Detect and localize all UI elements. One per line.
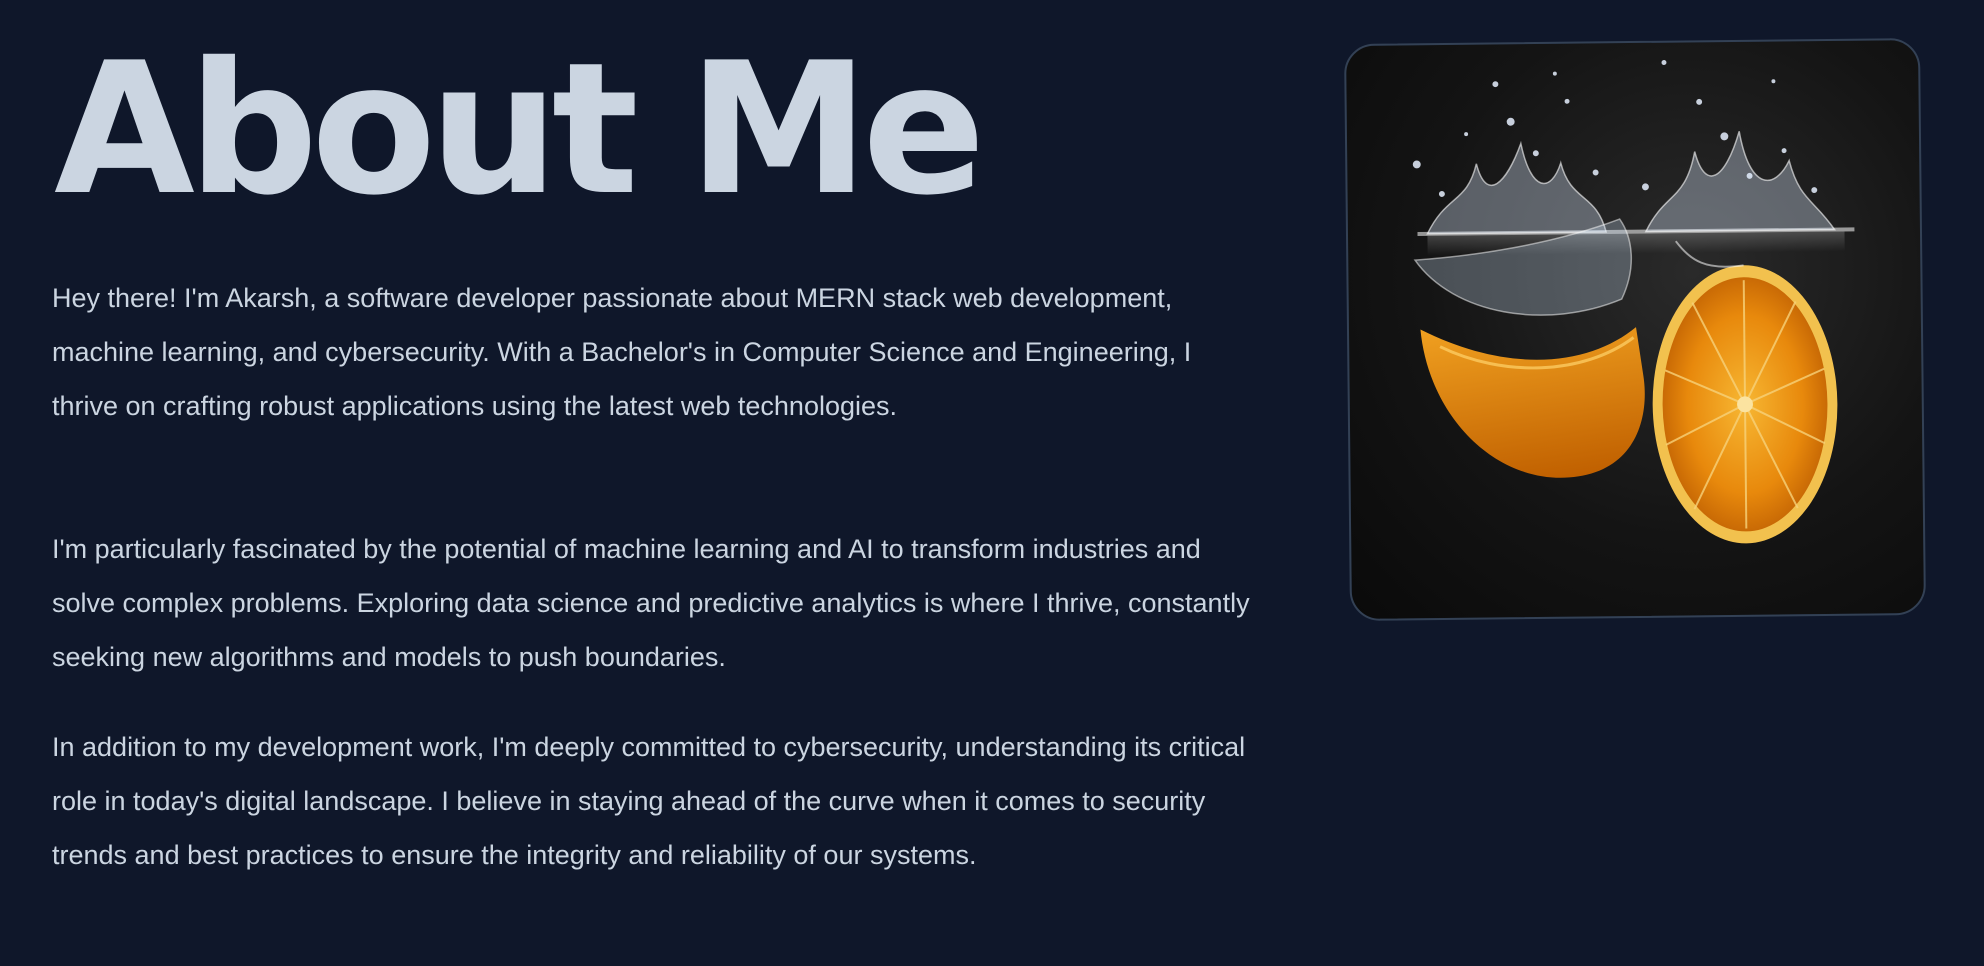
ml-paragraph: I'm particularly fascinated by the poten…	[52, 534, 1250, 672]
intro-paragraph: Hey there! I'm Akarsh, a software develo…	[52, 283, 1192, 421]
page-title: About Me	[54, 23, 986, 235]
cybersecurity-paragraph: In addition to my development work, I'm …	[52, 732, 1246, 870]
profile-photo	[1343, 37, 1927, 622]
orange-splash-image	[1412, 60, 1855, 544]
about-section: About Me Hey there! I'm Akarsh, a softwa…	[0, 0, 1984, 966]
